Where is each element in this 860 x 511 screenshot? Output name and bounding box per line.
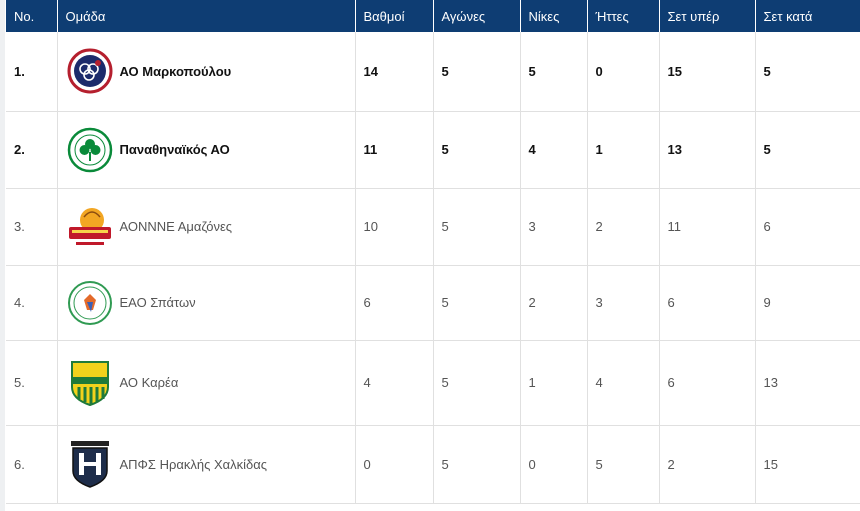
rank-cell: 6. bbox=[6, 425, 58, 504]
sets-against-cell: 13 bbox=[755, 340, 860, 426]
karea-shield-logo-icon bbox=[66, 359, 114, 407]
rank-cell: 1. bbox=[6, 32, 58, 112]
losses-cell: 4 bbox=[587, 340, 660, 426]
wins-cell: 4 bbox=[520, 111, 588, 189]
sets-for-cell: 6 bbox=[659, 265, 756, 341]
points-cell: 14 bbox=[355, 32, 434, 112]
table-row: 2. Παναθηναϊκός ΑΟ 11 5 4 1 13 5 bbox=[6, 111, 860, 189]
sets-for-cell: 2 bbox=[659, 425, 756, 504]
table-row: 3. ΑΟΝΝΝΕ Αμαζόνες 10 5 3 2 11 6 bbox=[6, 188, 860, 266]
losses-cell: 3 bbox=[587, 265, 660, 341]
header-wins: Νίκες bbox=[520, 0, 588, 32]
sets-for-cell: 6 bbox=[659, 340, 756, 426]
header-sets-against: Σετ κατά bbox=[763, 8, 813, 24]
markopoulo-club-logo-icon bbox=[66, 47, 114, 95]
wins-cell: 0 bbox=[520, 425, 588, 504]
team-name: ΑΟ Μαρκοπούλου bbox=[119, 63, 232, 79]
team-name: ΑΟ Καρέα bbox=[119, 375, 179, 390]
games-cell: 5 bbox=[433, 111, 521, 189]
iraklis-chalkida-logo-icon bbox=[66, 440, 114, 488]
team-cell: ΕΑΟ Σπάτων bbox=[57, 265, 356, 341]
standings-table: No. Ομάδα Βαθμοί Αγώνες Νίκες Ήττες Σετ … bbox=[6, 0, 860, 504]
losses-cell: 2 bbox=[587, 188, 660, 266]
page-left-gutter bbox=[0, 0, 5, 511]
header-losses: Ήττες bbox=[587, 0, 660, 32]
table-row: 4. ΕΑΟ Σπάτων 6 5 2 3 6 9 bbox=[6, 265, 860, 341]
sets-against-cell: 5 bbox=[755, 32, 860, 112]
team-name: ΑΠΦΣ Ηρακλής Χαλκίδας bbox=[119, 456, 268, 472]
games-cell: 5 bbox=[433, 265, 521, 341]
rank-cell: 4. bbox=[6, 265, 58, 341]
panathinaikos-shamrock-logo-icon bbox=[66, 126, 114, 174]
rank-cell: 3. bbox=[6, 188, 58, 266]
wins-cell: 5 bbox=[520, 32, 588, 112]
games-cell: 5 bbox=[433, 340, 521, 426]
games-cell: 5 bbox=[433, 188, 521, 266]
sets-for-cell: 11 bbox=[659, 188, 756, 266]
team-cell: ΑΟ Καρέα bbox=[57, 340, 356, 426]
points-cell: 4 bbox=[355, 340, 434, 426]
sets-for-cell: 15 bbox=[659, 32, 756, 112]
wins-cell: 2 bbox=[520, 265, 588, 341]
sets-against-cell: 5 bbox=[755, 111, 860, 189]
points-cell: 10 bbox=[355, 188, 434, 266]
losses-cell: 0 bbox=[587, 32, 660, 112]
header-sets-for: Σετ υπέρ bbox=[659, 0, 756, 32]
amazones-volleyball-logo-icon bbox=[66, 203, 114, 251]
team-cell: Παναθηναϊκός ΑΟ bbox=[57, 111, 356, 189]
standings-header: No. Ομάδα Βαθμοί Αγώνες Νίκες Ήττες Σετ … bbox=[6, 0, 860, 32]
points-cell: 6 bbox=[355, 265, 434, 341]
team-cell: ΑΟ Μαρκοπούλου bbox=[57, 32, 356, 112]
losses-cell: 1 bbox=[587, 111, 660, 189]
sets-for-cell: 13 bbox=[659, 111, 756, 189]
sets-against-cell: 15 bbox=[755, 425, 860, 504]
team-name: ΑΟΝΝΝΕ Αμαζόνες bbox=[119, 219, 233, 234]
wins-cell: 3 bbox=[520, 188, 588, 266]
team-cell: ΑΟΝΝΝΕ Αμαζόνες bbox=[57, 188, 356, 266]
team-cell: ΑΠΦΣ Ηρακλής Χαλκίδας bbox=[57, 425, 356, 504]
table-row: 1. ΑΟ Μαρκοπούλου 14 5 5 0 15 5 bbox=[6, 32, 860, 112]
points-cell: 0 bbox=[355, 425, 434, 504]
losses-cell: 5 bbox=[587, 425, 660, 504]
sets-against-cell: 9 bbox=[755, 265, 860, 341]
rank-cell: 2. bbox=[6, 111, 58, 189]
rank-cell: 5. bbox=[6, 340, 58, 426]
team-name: Παναθηναϊκός ΑΟ bbox=[119, 142, 230, 157]
games-cell: 5 bbox=[433, 32, 521, 112]
header-points: Βαθμοί bbox=[355, 0, 434, 32]
spata-1991-logo-icon bbox=[66, 279, 114, 327]
table-row: 5. ΑΟ Καρέα 4 5 1 4 6 13 bbox=[6, 340, 860, 426]
header-team: Ομάδα bbox=[57, 0, 356, 32]
points-cell: 11 bbox=[355, 111, 434, 189]
table-row: 6. ΑΠΦΣ Ηρακλής Χαλκίδας 0 5 0 5 2 15 bbox=[6, 425, 860, 504]
header-rank: No. bbox=[6, 0, 58, 32]
wins-cell: 1 bbox=[520, 340, 588, 426]
team-name: ΕΑΟ Σπάτων bbox=[119, 295, 196, 310]
games-cell: 5 bbox=[433, 425, 521, 504]
header-games: Αγώνες bbox=[433, 0, 521, 32]
sets-against-cell: 6 bbox=[755, 188, 860, 266]
